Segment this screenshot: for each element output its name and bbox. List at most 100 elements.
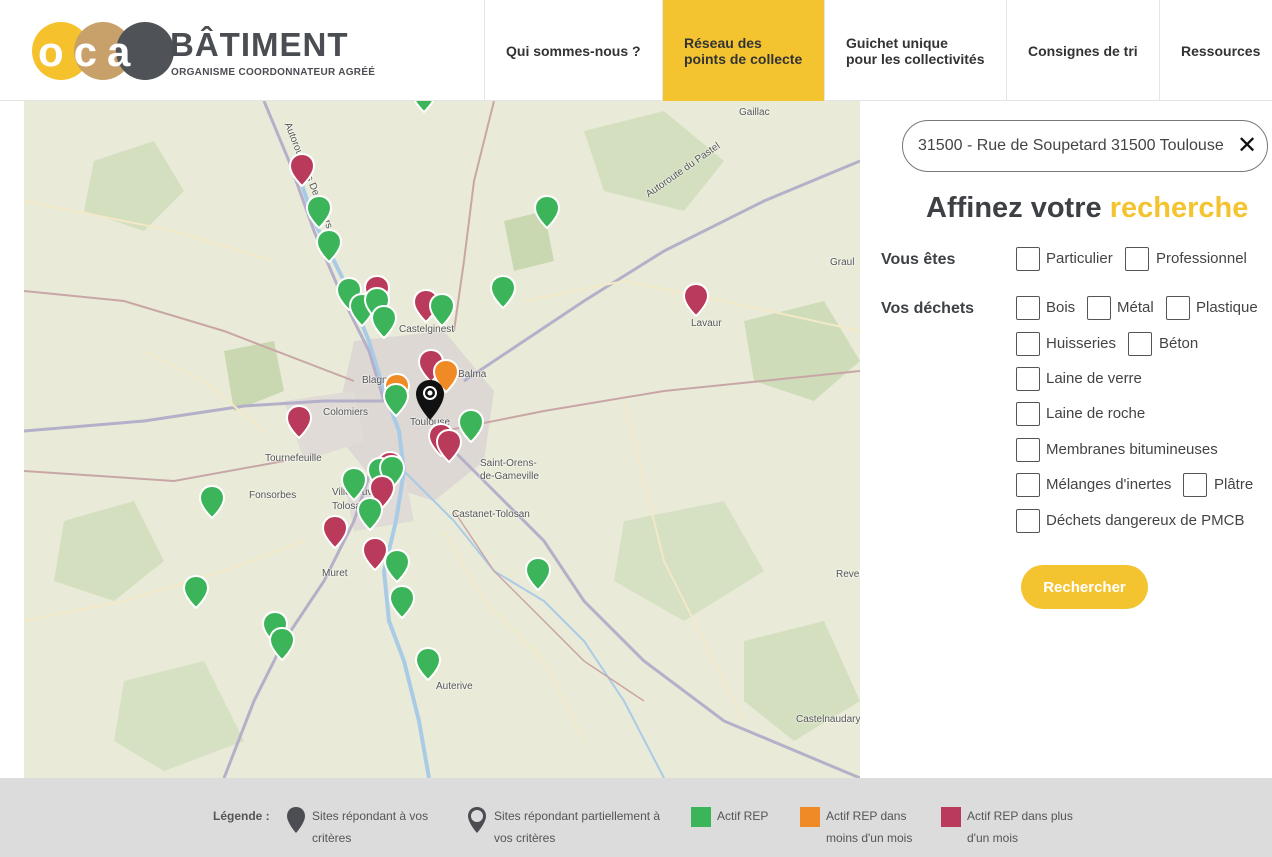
checkbox-huisseries[interactable] <box>1016 332 1040 356</box>
collection-point-pin-green[interactable] <box>269 627 295 661</box>
checkbox-label-plastique: Plastique <box>1196 299 1258 316</box>
legend-full-match-line2: critères <box>312 831 352 845</box>
checkbox-label-platre: Plâtre <box>1214 476 1254 493</box>
collection-point-pin-red[interactable] <box>322 515 348 549</box>
checkbox-label-melanges-inertes: Mélanges d'inertes <box>1046 476 1172 493</box>
vous-etes-label: Vous êtes <box>881 251 956 268</box>
map-place-label: Lavaur <box>691 318 722 329</box>
collection-point-pin-green[interactable] <box>199 485 225 519</box>
checkbox-label-beton: Béton <box>1159 335 1199 352</box>
checkbox-membranes-bitumineuses[interactable] <box>1016 438 1040 462</box>
map-place-label: Castelnaudary <box>796 714 860 725</box>
map-place-label: Fonsorbes <box>249 490 297 501</box>
nav-label-line1: Guichet unique <box>846 34 948 51</box>
checkbox-label-dechets-dangereux: Déchets dangereux de PMCB <box>1046 512 1245 529</box>
nav-label: Consignes de tri <box>1028 42 1138 59</box>
nav-label-line2: points de collecte <box>684 50 803 67</box>
map-place-label: Muret <box>322 568 348 579</box>
checkbox-particulier[interactable] <box>1016 247 1040 271</box>
map-place-label: de-Gameville <box>480 471 539 482</box>
checkbox-label-membranes-bitumineuses: Membranes bitumineuses <box>1046 441 1218 458</box>
collection-point-pin-red[interactable] <box>436 429 462 463</box>
legend-red-swatch <box>941 807 961 827</box>
map-legend: Légende : Sites répondant à vos critères… <box>0 778 1272 857</box>
checkbox-dechets-dangereux[interactable] <box>1016 509 1040 533</box>
collection-point-pin-green[interactable] <box>383 383 409 417</box>
collection-points-map[interactable]: GaillacAutoroute des Deux MersAutoroute … <box>24 101 860 778</box>
legend-partial-match-line1: Sites répondant partiellement à <box>494 809 661 823</box>
checkbox-plastique[interactable] <box>1166 296 1190 320</box>
checkbox-label-professionnel: Professionnel <box>1156 250 1247 267</box>
legend-red-line1: Actif REP dans plus <box>967 809 1073 823</box>
legend-title: Légende : <box>213 809 270 823</box>
checkbox-metal[interactable] <box>1087 296 1111 320</box>
collection-point-pin-red[interactable] <box>683 283 709 317</box>
map-place-label: Auterive <box>436 681 473 692</box>
refine-title-highlight: recherche <box>1109 192 1249 224</box>
address-search-input[interactable] <box>918 135 1243 157</box>
checkbox-beton[interactable] <box>1128 332 1152 356</box>
map-place-label: Balma <box>458 369 487 380</box>
collection-point-pin-green[interactable] <box>429 293 455 327</box>
nav-label: Ressources <box>1181 42 1261 59</box>
collection-point-pin-red[interactable] <box>289 153 315 187</box>
nav-qui-sommes-nous[interactable]: Qui sommes-nous ? <box>484 0 662 101</box>
oca-batiment-logo[interactable]: oca BÂTIMENT ORGANISME COORDONNATEUR AGR… <box>32 18 377 80</box>
map-place-label: Tournefeuille <box>265 453 322 464</box>
checkbox-melanges-inertes[interactable] <box>1016 473 1040 497</box>
nav-label-line1: Réseau des <box>684 34 762 51</box>
vos-dechets-label: Vos déchets <box>881 300 975 317</box>
partial-match-pin-icon <box>468 807 486 833</box>
nav-reseau-points-collecte[interactable]: Réseau des points de collecte <box>662 0 824 101</box>
collection-point-pin-green[interactable] <box>357 497 383 531</box>
nav-guichet-unique[interactable]: Guichet unique pour les collectivités <box>824 0 1006 101</box>
refine-title-prefix: Affinez votre <box>926 192 1102 224</box>
refine-search-title: Affinez votre recherche <box>926 192 1248 225</box>
collection-point-pin-green[interactable] <box>490 275 516 309</box>
collection-point-pin-green[interactable] <box>534 195 560 229</box>
collection-point-pin-green[interactable] <box>525 557 551 591</box>
full-match-pin-icon <box>287 807 305 833</box>
user-location-marker-icon[interactable] <box>415 379 445 421</box>
collection-point-pin-green[interactable] <box>415 647 441 681</box>
header: oca BÂTIMENT ORGANISME COORDONNATEUR AGR… <box>0 0 1272 101</box>
collection-point-pin-green[interactable] <box>384 549 410 583</box>
map-place-label: Graul <box>830 257 855 268</box>
main-nav: Qui sommes-nous ? Réseau des points de c… <box>484 0 1272 101</box>
legend-orange-swatch <box>800 807 820 827</box>
collection-point-pin-green[interactable] <box>389 585 415 619</box>
checkbox-label-particulier: Particulier <box>1046 250 1113 267</box>
map-place-label: Revel <box>836 569 860 580</box>
legend-partial-match-line2: vos critères <box>494 831 556 845</box>
logo-brand: BÂTIMENT <box>170 26 349 63</box>
collection-point-pin-green[interactable] <box>316 229 342 263</box>
checkbox-laine-de-verre[interactable] <box>1016 367 1040 391</box>
collection-point-pin-green[interactable] <box>411 101 437 113</box>
legend-orange-line2: moins d'un mois <box>826 831 913 845</box>
close-icon[interactable]: ✕ <box>1235 132 1259 160</box>
map-place-label: Gaillac <box>739 107 770 118</box>
checkbox-label-metal: Métal <box>1117 299 1154 316</box>
checkbox-professionnel[interactable] <box>1125 247 1149 271</box>
address-search-box: ✕ <box>902 120 1268 172</box>
collection-point-pin-green[interactable] <box>371 305 397 339</box>
collection-point-pin-green[interactable] <box>306 195 332 229</box>
checkbox-laine-de-roche[interactable] <box>1016 402 1040 426</box>
map-place-label: Saint-Orens- <box>480 458 537 469</box>
checkbox-platre[interactable] <box>1183 473 1207 497</box>
nav-ressources[interactable]: Ressources <box>1159 0 1272 101</box>
collection-point-pin-green[interactable] <box>341 467 367 501</box>
collection-point-pin-red[interactable] <box>286 405 312 439</box>
legend-red-line2: d'un mois <box>967 831 1018 845</box>
checkbox-label-bois: Bois <box>1046 299 1076 316</box>
collection-point-pin-green[interactable] <box>183 575 209 609</box>
checkbox-label-laine-de-roche: Laine de roche <box>1046 405 1146 422</box>
nav-consignes-de-tri[interactable]: Consignes de tri <box>1006 0 1159 101</box>
checkbox-bois[interactable] <box>1016 296 1040 320</box>
map-place-label: Castanet-Tolosan <box>452 509 530 520</box>
checkbox-label-laine-de-verre: Laine de verre <box>1046 370 1142 387</box>
logo-tagline: ORGANISME COORDONNATEUR AGRÉÉ <box>171 67 376 78</box>
search-button[interactable]: Rechercher <box>1021 565 1148 609</box>
nav-label: Qui sommes-nous ? <box>506 42 641 59</box>
legend-green-swatch <box>691 807 711 827</box>
